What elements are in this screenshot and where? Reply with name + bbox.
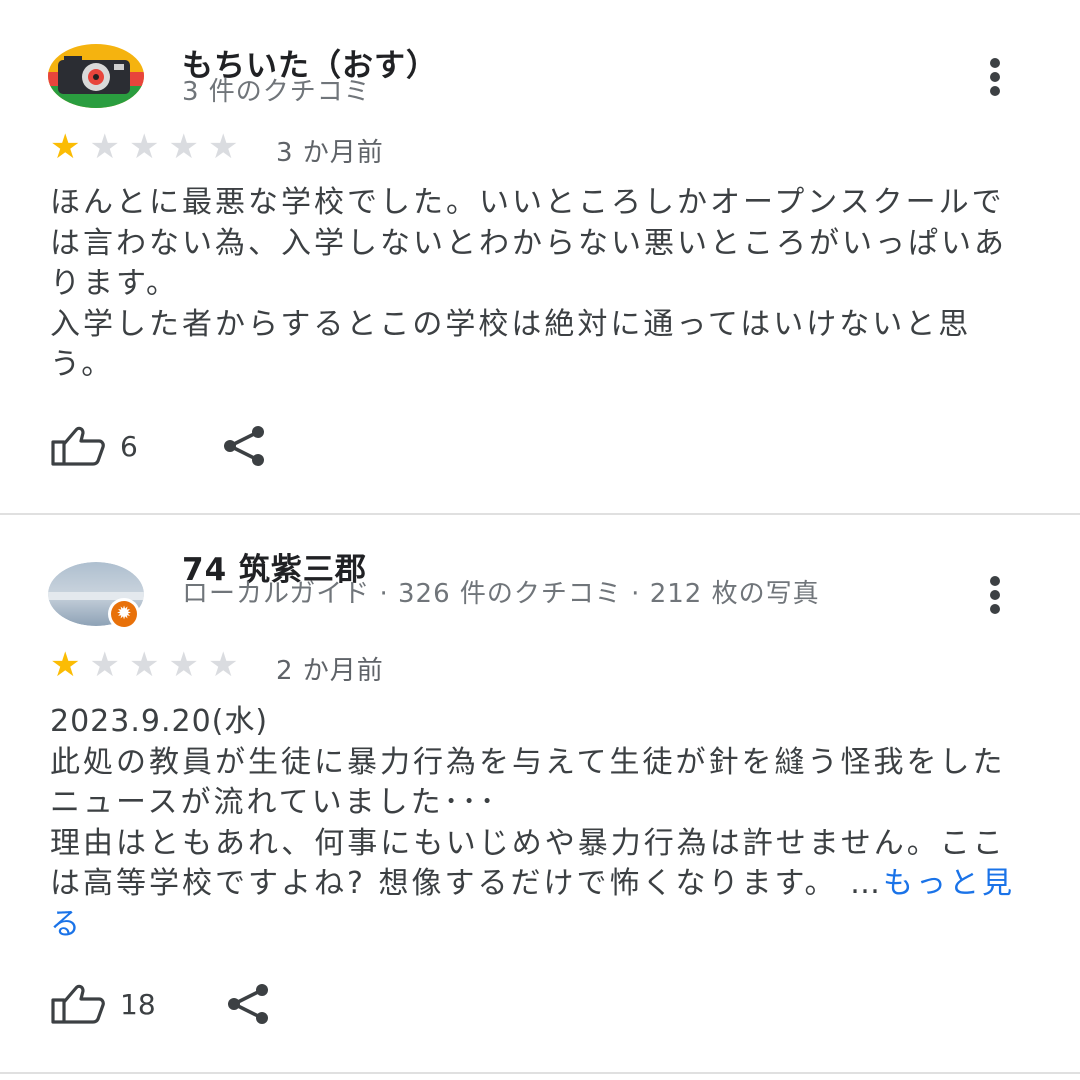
ellipsis: … [850,866,884,901]
review-date: 3 か月前 [276,138,384,168]
review-actions: 18 [50,982,272,1026]
review-actions: 6 [50,424,268,468]
star-empty-icon: ★ [168,645,199,685]
star-empty-icon: ★ [128,127,160,167]
review-date: 2 か月前 [276,656,384,686]
author-meta: 3 件のクチコミ [182,77,371,107]
local-guide-badge-icon: ✹ [108,598,140,630]
star-empty-icon: ★ [128,645,160,685]
review-paragraph: 此処の教員が生徒に暴力行為を与えて生徒が針を縫う怪我をしたニュースが流れていまし… [50,744,1006,821]
star-rating: ★ ★ ★ ★ ★ [50,648,247,682]
author-meta: ローカルガイド · 326 件のクチコミ · 212 枚の写真 [182,579,820,609]
star-filled-icon: ★ [50,645,81,685]
review-paragraph: 入学した者からするとこの学校は絶対に通ってはいけないと思う。 [50,306,972,383]
star-empty-icon: ★ [207,645,239,685]
star-empty-icon: ★ [207,127,239,167]
review-card: もちいた（おす） 3 件のクチコミ ★ ★ ★ ★ ★ 3 か月前 ほんとに最悪… [0,0,1080,515]
review-text: ほんとに最悪な学校でした。いいところしかオープンスクールでは言わない為、入学しな… [50,183,1035,386]
more-vert-icon[interactable] [980,576,1010,614]
review-card: ✹ 74 筑紫三郡 ローカルガイド · 326 件のクチコミ · 212 枚の写… [0,520,1080,1080]
star-empty-icon: ★ [168,127,199,167]
review-paragraph: 2023.9.20(水) [50,704,269,739]
thumbs-up-icon[interactable] [50,424,106,468]
star-filled-icon: ★ [50,127,81,167]
star-rating: ★ ★ ★ ★ ★ [50,130,247,164]
star-empty-icon: ★ [89,127,120,167]
camera-avatar-image [48,44,144,108]
divider [0,1072,1080,1074]
share-icon[interactable] [220,426,268,466]
avatar[interactable] [48,44,144,108]
thumbs-up-icon[interactable] [50,982,106,1026]
share-icon[interactable] [224,984,272,1024]
like-count: 18 [120,987,156,1021]
review-paragraph: 理由はともあれ、何事にもいじめや暴力行為は許せません。ここは高等学校ですよね? … [50,824,1035,946]
star-empty-icon: ★ [89,645,120,685]
like-count: 6 [120,429,138,463]
more-vert-icon[interactable] [980,58,1010,96]
divider [0,513,1080,515]
avatar[interactable]: ✹ [48,562,144,630]
review-text: 2023.9.20(水) 此処の教員が生徒に暴力行為を与えて生徒が針を縫う怪我を… [50,702,1035,945]
review-paragraph: ほんとに最悪な学校でした。いいところしかオープンスクールでは言わない為、入学しな… [50,185,1007,301]
